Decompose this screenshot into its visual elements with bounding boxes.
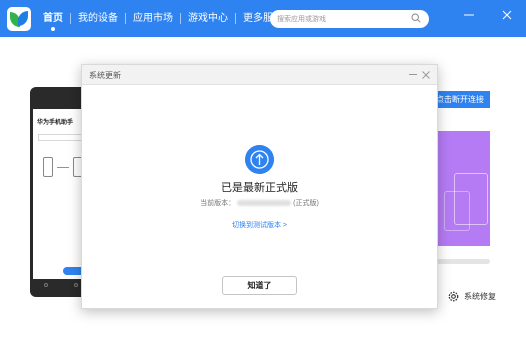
connect-button[interactable]: 点击断开连接 bbox=[430, 91, 490, 108]
search-input[interactable]: 搜索应用或游戏 bbox=[270, 10, 429, 28]
dialog-title: 系统更新 bbox=[89, 71, 121, 80]
nav-home[interactable]: 首页 bbox=[36, 0, 70, 37]
nav-game-center[interactable]: 游戏中心 bbox=[181, 0, 235, 37]
nav-my-device[interactable]: 我的设备 bbox=[71, 0, 125, 37]
minimize-icon[interactable] bbox=[462, 8, 476, 22]
top-bar: 首页 我的设备 应用市场 游戏中心 更多服务 搜索应用或游戏 bbox=[0, 0, 526, 37]
version-suffix: (正式版) bbox=[293, 200, 319, 207]
close-icon[interactable] bbox=[500, 8, 514, 22]
promo-banner[interactable] bbox=[436, 131, 490, 246]
system-repair-button[interactable]: 系统修复 bbox=[448, 290, 496, 302]
gear-icon bbox=[448, 291, 459, 301]
nav-game-center-label: 游戏中心 bbox=[188, 13, 228, 24]
active-indicator bbox=[51, 27, 55, 31]
version-number-redacted bbox=[237, 200, 292, 207]
upload-arrow-icon bbox=[245, 145, 274, 174]
nav-app-market[interactable]: 应用市场 bbox=[126, 0, 180, 37]
search-icon[interactable] bbox=[411, 13, 421, 23]
phone-illustration-arrow bbox=[57, 167, 69, 168]
phone-subtitle-box bbox=[38, 134, 82, 141]
nav-home-label: 首页 bbox=[43, 13, 63, 24]
close-icon[interactable] bbox=[421, 70, 431, 80]
main-nav: 首页 我的设备 应用市场 游戏中心 更多服务 bbox=[36, 0, 290, 37]
app-logo-icon bbox=[7, 7, 31, 31]
update-status-heading: 已是最新正式版 bbox=[221, 182, 298, 194]
switch-to-beta-link[interactable]: 切换到测试版本 > bbox=[82, 220, 437, 230]
search-placeholder: 搜索应用或游戏 bbox=[277, 16, 326, 23]
nav-app-market-label: 应用市场 bbox=[133, 13, 173, 24]
storage-progress bbox=[436, 259, 490, 264]
nav-my-device-label: 我的设备 bbox=[78, 13, 118, 24]
current-version-text: 当前版本： (正式版) bbox=[82, 198, 437, 208]
system-repair-label: 系统修复 bbox=[464, 291, 496, 301]
system-update-dialog: 系统更新 已是最新正式版 当前版本： (正式版) 切换到测试版本 > 知道了 bbox=[81, 64, 438, 309]
dialog-header: 系统更新 bbox=[82, 65, 437, 85]
minimize-icon[interactable] bbox=[409, 74, 417, 75]
ok-button[interactable]: 知道了 bbox=[222, 276, 297, 295]
phone-title: 华为手机助手 bbox=[37, 120, 74, 126]
phone-illustration bbox=[43, 157, 53, 177]
version-prefix: 当前版本： bbox=[200, 200, 236, 207]
